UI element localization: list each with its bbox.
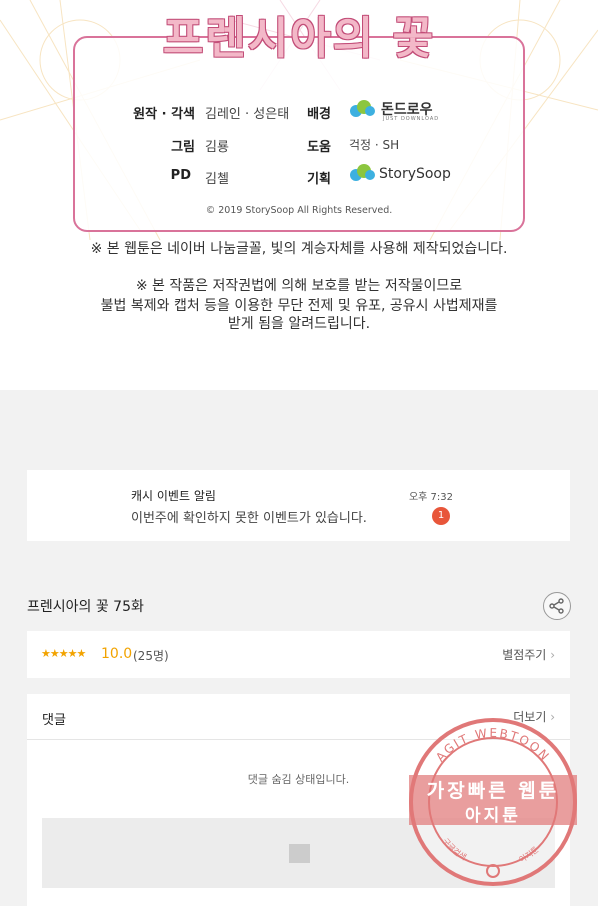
- notification-time: 오후 7:32: [408, 492, 453, 503]
- comment-label: 댓글: [42, 713, 66, 728]
- share-icon: [549, 598, 564, 614]
- rate-button[interactable]: 별점주기 ›: [502, 646, 555, 663]
- dondrow-logo-subtext: JUST DOWNLOAD: [383, 116, 440, 122]
- credit-value-assist: 걱정 · SH: [349, 138, 400, 152]
- credit-key-original: 원작 · 각색: [133, 107, 195, 122]
- credit-page: 프렌시아의 꽃 원작 · 각색 김레인 · 성은태 배경 돈드로우 JUST D…: [0, 0, 598, 390]
- credit-key-art: 그림: [171, 140, 195, 155]
- copyright-notice-line-3: 받게 됨을 알려드립니다.: [227, 316, 371, 332]
- credit-key-pd: PD: [170, 168, 191, 183]
- credit-key-planning: 기획: [307, 172, 331, 187]
- share-button[interactable]: [543, 592, 571, 620]
- rating-count: (25명): [133, 649, 169, 663]
- dondrow-logo-icon: [350, 100, 375, 117]
- event-notification-card[interactable]: 캐시 이벤트 알림 오후 7:32 이번주에 확인하지 못한 이벤트가 있습니다…: [27, 470, 570, 541]
- font-notice: ※ 본 웹툰은 네이버 나눔글꼴, 빛의 계승자체를 사용해 제작되었습니다.: [90, 241, 508, 257]
- copyright-text: © 2019 StorySoop All Rights Reserved.: [205, 205, 393, 216]
- rating-score: 10.0: [101, 646, 133, 662]
- series-title-logo: 프렌시아의 꽃: [162, 13, 436, 64]
- image-placeholder-icon: [289, 844, 310, 863]
- chevron-right-icon: ›: [550, 648, 555, 662]
- notification-text: 이번주에 확인하지 못한 이벤트가 있습니다.: [131, 511, 367, 526]
- rating-card: ★★★★★ 10.0 (25명) 별점주기 ›: [27, 631, 570, 678]
- credit-key-background: 배경: [307, 107, 331, 122]
- rate-button-label: 별점주기: [502, 648, 547, 662]
- watermark-line-2: 아지툰: [465, 806, 521, 826]
- notification-title: 캐시 이벤트 알림: [131, 489, 216, 503]
- notification-count-badge: 1: [432, 507, 450, 525]
- copyright-notice-line-1: ※ 본 작품은 저작권법에 의해 보호를 받는 저작물이므로: [135, 278, 463, 294]
- credit-value-pd: 김첼: [205, 172, 229, 187]
- storysoop-logo-icon: [350, 164, 375, 181]
- credit-value-art: 김룡: [205, 140, 229, 155]
- credit-key-assist: 도움: [307, 140, 331, 155]
- episode-title: 프렌시아의 꽃 75화: [27, 599, 144, 615]
- copyright-notice-line-2: 불법 복제와 캡처 등을 이용한 무단 전제 및 유포, 공유시 사법제재를: [100, 298, 498, 314]
- storysoop-logo-text: StorySoop: [379, 166, 451, 182]
- watermark-line-1: 가장빠른 웹툰: [426, 780, 560, 802]
- rating-stars-icon: ★★★★★: [41, 647, 86, 660]
